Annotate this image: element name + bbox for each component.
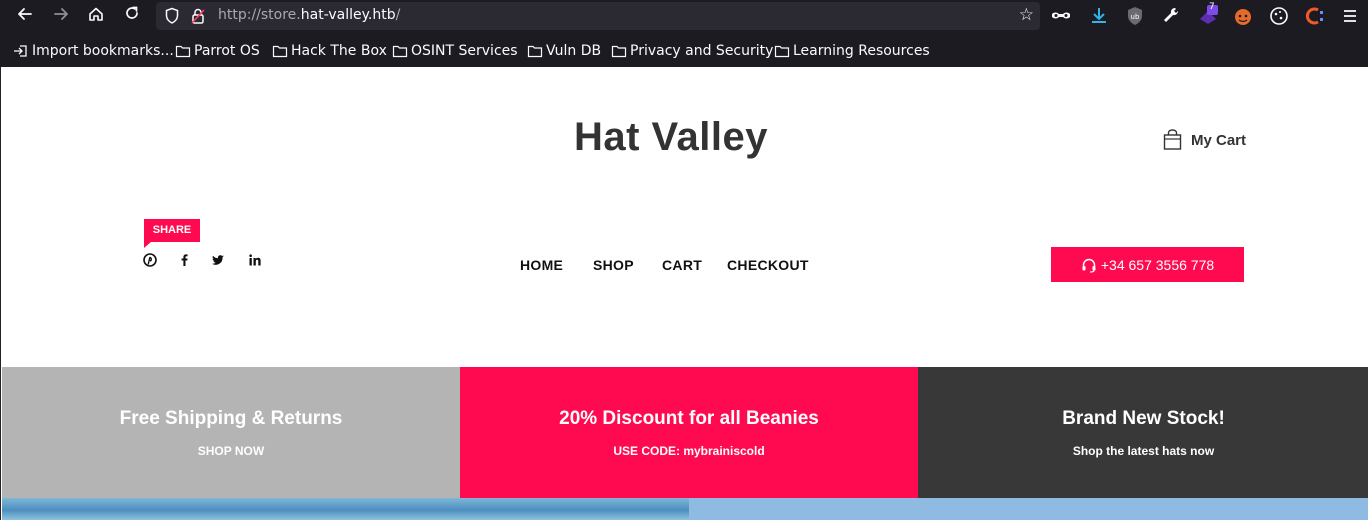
back-arrow-icon[interactable] — [13, 5, 37, 27]
site-title[interactable]: Hat Valley — [1, 115, 1341, 160]
banner-image-right — [689, 498, 1368, 520]
tracking-shield-icon[interactable] — [164, 7, 180, 25]
insecure-lock-icon[interactable] — [190, 7, 206, 25]
promo-brand-new-stock[interactable]: Brand New Stock! Shop the latest hats no… — [918, 367, 1368, 498]
promo-subtitle: USE CODE: mybrainiscold — [613, 444, 765, 458]
promo-title: Free Shipping & Returns — [119, 408, 343, 429]
browser-chrome: http://store.hat-valley.htb/ ☆ ub 7 Impo… — [0, 0, 1368, 67]
promo-free-shipping[interactable]: Free Shipping & Returns SHOP NOW — [2, 367, 460, 498]
url-suffix: / — [395, 7, 401, 23]
wrench-icon[interactable] — [1160, 5, 1182, 27]
home-icon[interactable] — [84, 5, 108, 27]
folder-icon — [527, 45, 543, 58]
twitter-icon[interactable] — [211, 253, 225, 267]
promo-title: Brand New Stock! — [1062, 408, 1225, 429]
bookmark-label: Vuln DB — [546, 43, 602, 59]
forward-arrow-icon[interactable] — [49, 5, 73, 27]
folder-icon — [611, 45, 627, 58]
bookmark-folder-vuln-db[interactable]: Vuln DB — [527, 41, 601, 61]
bookmark-folder-learning-resources[interactable]: Learning Resources — [774, 41, 930, 61]
bookmark-folder-parrot-os[interactable]: Parrot OS — [175, 41, 260, 61]
browser-toolbar: http://store.hat-valley.htb/ ☆ ub 7 — [0, 0, 1368, 33]
promo-subtitle[interactable]: SHOP NOW — [2, 444, 460, 458]
promo-subtitle: Shop the latest hats now — [1072, 444, 1215, 458]
reload-icon[interactable] — [120, 5, 144, 27]
cart-label: My Cart — [1191, 131, 1247, 149]
url-text[interactable]: http://store.hat-valley.htb/ — [218, 7, 400, 23]
pinterest-icon[interactable] — [143, 253, 157, 267]
web-page: Hat Valley My Cart SHARE HOME SHOP CART … — [0, 67, 1368, 520]
wappalyzer-icon[interactable] — [1304, 5, 1326, 27]
mask-icon[interactable] — [1050, 5, 1072, 27]
nav-cart[interactable]: CART — [662, 257, 702, 273]
nav-shop[interactable]: SHOP — [593, 257, 634, 273]
url-prefix: http://store. — [218, 7, 301, 23]
svg-text:ub: ub — [1131, 13, 1140, 21]
extension-badge-icon[interactable]: 7 — [1197, 2, 1219, 27]
facebook-icon[interactable] — [177, 253, 191, 267]
download-icon[interactable] — [1088, 5, 1110, 27]
bookmark-label: Privacy and Security — [630, 43, 774, 59]
banner-image-left — [2, 498, 689, 520]
bookmark-import[interactable]: Import bookmarks... — [13, 41, 174, 61]
fox-icon[interactable] — [1232, 5, 1254, 27]
bookmark-label: Learning Resources — [793, 43, 930, 59]
cookie-icon[interactable] — [1268, 5, 1290, 27]
bookmarks-toolbar: Import bookmarks... Parrot OS Hack The B… — [0, 36, 1368, 66]
bookmark-label: Import bookmarks... — [32, 43, 174, 59]
promo-title: 20% Discount for all Beanies — [559, 408, 819, 429]
folder-icon — [774, 45, 790, 58]
folder-icon — [175, 45, 191, 58]
nav-home[interactable]: HOME — [520, 257, 563, 273]
url-bar[interactable]: http://store.hat-valley.htb/ ☆ — [156, 2, 1040, 30]
phone-button[interactable]: +34 657 3556 778 — [1051, 247, 1244, 282]
import-icon — [14, 45, 27, 57]
headset-icon — [1082, 258, 1096, 273]
share-label: SHARE — [144, 219, 200, 248]
bookmark-folder-privacy-and-security[interactable]: Privacy and Security — [611, 41, 773, 61]
bookmark-label: OSINT Services — [411, 43, 518, 59]
folder-icon — [272, 45, 288, 58]
folder-icon — [392, 45, 408, 58]
extension-badge-count: 7 — [1209, 2, 1215, 12]
bookmark-star-icon[interactable]: ☆ — [1019, 5, 1034, 25]
my-cart-link[interactable]: My Cart — [1163, 129, 1246, 151]
linkedin-icon[interactable] — [248, 253, 262, 267]
phone-number: +34 657 3556 778 — [1100, 256, 1215, 273]
bookmark-label: Hack The Box — [291, 43, 387, 59]
shopping-bag-icon — [1163, 129, 1182, 150]
url-domain: hat-valley.htb — [300, 7, 396, 23]
nav-checkout[interactable]: CHECKOUT — [727, 257, 809, 273]
bookmark-label: Parrot OS — [194, 43, 260, 59]
hamburger-menu-icon[interactable] — [1339, 5, 1361, 27]
bookmark-folder-osint-services[interactable]: OSINT Services — [392, 41, 518, 61]
promo-beanie-discount[interactable]: 20% Discount for all Beanies USE CODE: m… — [460, 367, 918, 498]
ublock-icon[interactable]: ub — [1124, 5, 1146, 27]
bookmark-folder-hack-the-box[interactable]: Hack The Box — [272, 41, 387, 61]
